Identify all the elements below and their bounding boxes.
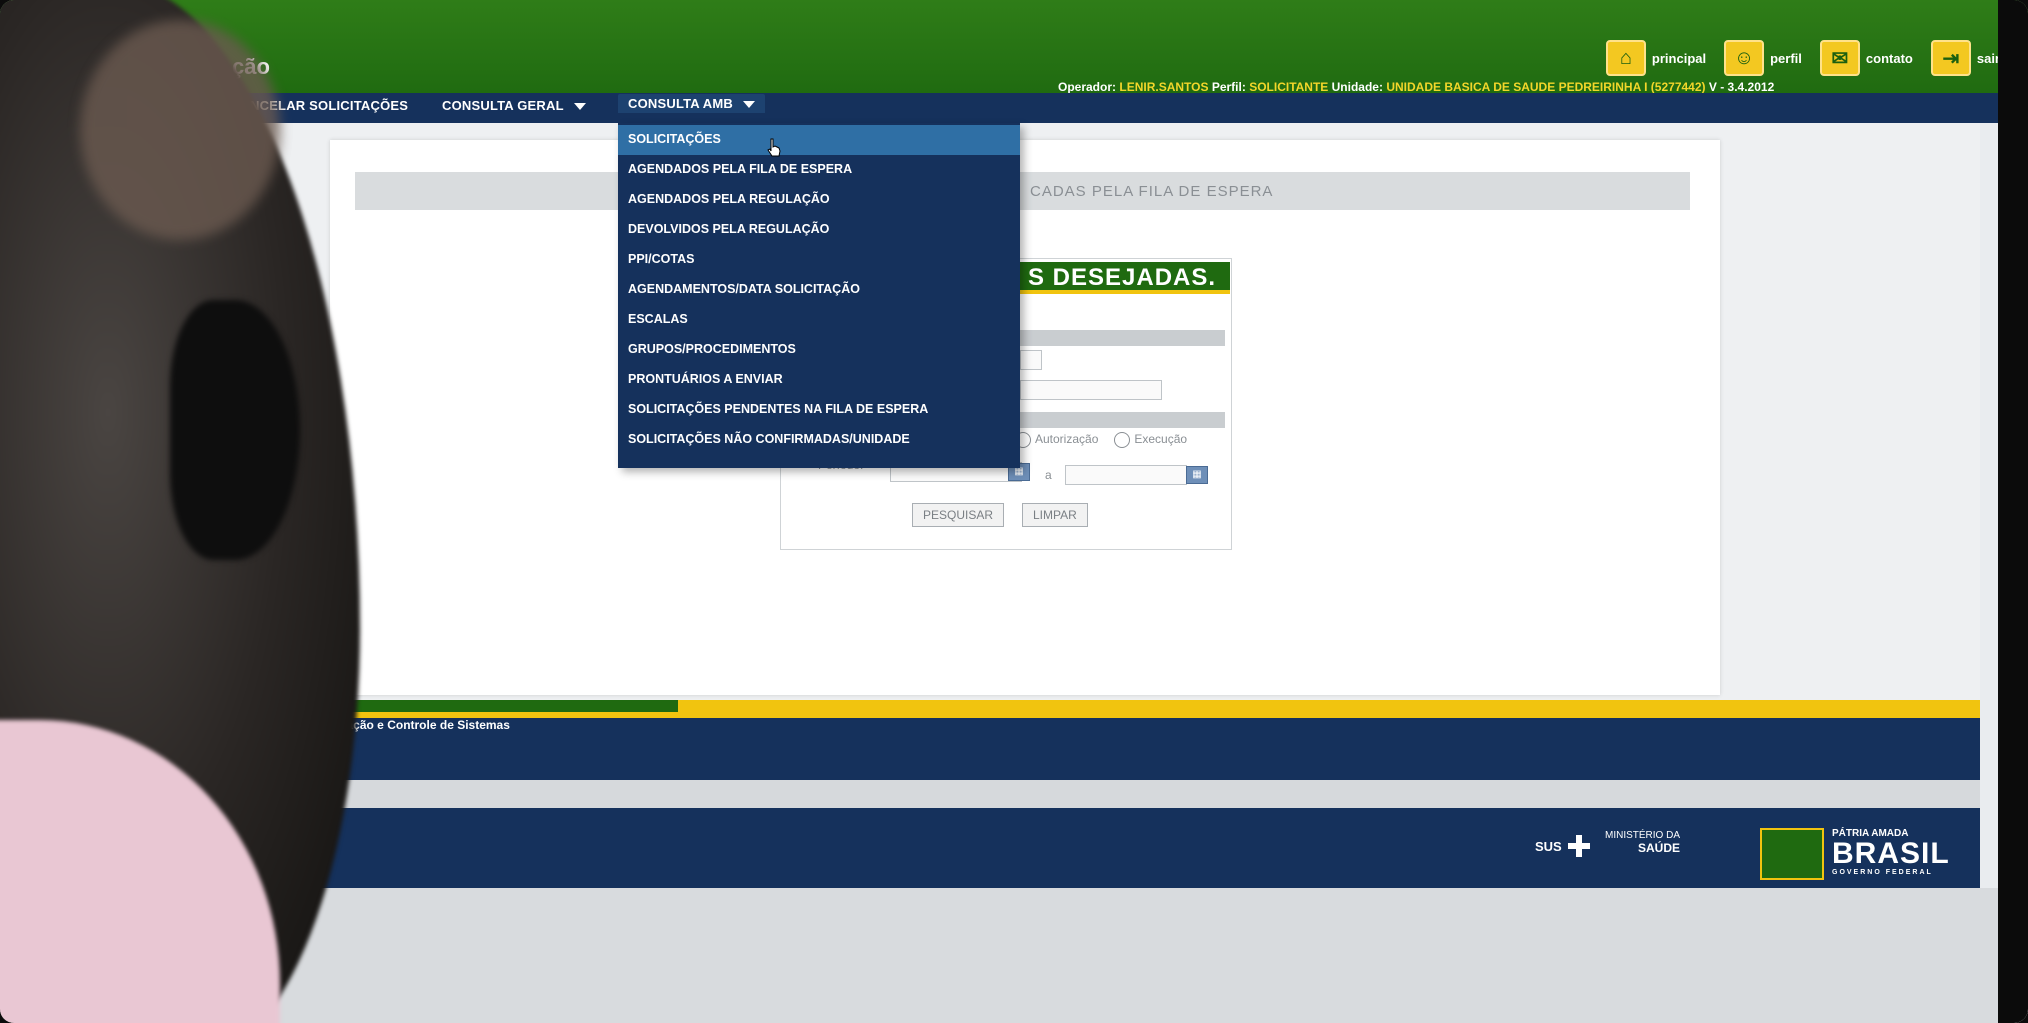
- version-label: V - 3.4.2012: [1708, 80, 1775, 94]
- form-section-bar: [1020, 330, 1225, 346]
- menu-consulta-geral[interactable]: CONSULTA GERAL: [442, 98, 586, 113]
- monitor-bezel: [1998, 0, 2028, 1023]
- form-section-bar-2: [1020, 412, 1225, 428]
- footer-logos-bar: [120, 808, 1980, 888]
- link-contato[interactable]: ✉ contato: [1819, 40, 1913, 76]
- date-end-input[interactable]: [1065, 465, 1187, 485]
- radio-autorizacao[interactable]: Autorização: [1015, 432, 1098, 448]
- panel-header-bar: [355, 172, 1690, 210]
- menu-consulta-amb[interactable]: CONSULTA AMB: [618, 94, 765, 113]
- cross-icon: [1567, 835, 1590, 857]
- chevron-down-icon: [573, 103, 586, 111]
- radio-execucao[interactable]: Execução: [1114, 432, 1187, 448]
- dropdown-item-ppi-cotas[interactable]: PPI/COTAS: [628, 252, 694, 266]
- dropdown-item-agendados-fila[interactable]: AGENDADOS PELA FILA DE ESPERA: [628, 162, 852, 176]
- dropdown-item-devolvidos[interactable]: DEVOLVIDOS PELA REGULAÇÃO: [628, 222, 829, 236]
- footer-gap: [120, 780, 1980, 810]
- clear-button[interactable]: LIMPAR: [1022, 503, 1088, 527]
- ministerio-logo: MINISTÉRIO DA SAÚDE: [1605, 830, 1681, 855]
- panel-header-title: CADAS PELA FILA DE ESPERA: [1030, 183, 1274, 200]
- dropdown-item-prontuarios[interactable]: PRONTUÁRIOS A ENVIAR: [628, 372, 783, 386]
- form-title: S DESEJADAS.: [1020, 262, 1230, 294]
- unit-name: UNIDADE BASICA DE SAUDE PEDREIRINHA I (5…: [1386, 80, 1706, 94]
- search-button[interactable]: PESQUISAR: [912, 503, 1005, 527]
- radio-group: Autorização Execução: [1015, 432, 1187, 448]
- home-icon: ⌂: [1605, 40, 1646, 76]
- dropdown-item-grupos[interactable]: GRUPOS/PROCEDIMENTOS: [628, 342, 796, 356]
- dropdown-item-escalas[interactable]: ESCALAS: [628, 312, 688, 326]
- operator-info: Operador: LENIR.SANTOS Perfil: SOLICITAN…: [1058, 80, 1775, 94]
- dropdown-item-pendentes[interactable]: SOLICITAÇÕES PENDENTES NA FILA DE ESPERA: [628, 402, 928, 416]
- person-mask: [170, 300, 300, 560]
- link-sair[interactable]: ⇥ sair: [1930, 40, 2000, 76]
- sus-logo: SUS: [1535, 835, 1590, 857]
- person-hair: [80, 20, 280, 240]
- hand-cursor-icon: [767, 138, 781, 157]
- profile-name: SOLICITANTE: [1249, 80, 1329, 94]
- operator-name: LENIR.SANTOS: [1119, 80, 1209, 94]
- brasil-logo: PÁTRIA AMADA BRASIL GOVERNO FEDERAL: [1832, 828, 1950, 876]
- monitor-screen: ção Operador: LENIR.SANTOS Perfil: SOLIC…: [0, 0, 2028, 1023]
- date-separator: a: [1045, 468, 1052, 482]
- radio-circle-icon: [1114, 432, 1131, 448]
- user-icon: ☺: [1724, 40, 1765, 76]
- top-links: ⌂ principal ☺ perfil ✉ contato ⇥ sair: [1605, 40, 2000, 76]
- link-perfil[interactable]: ☺ perfil: [1724, 40, 1802, 76]
- form-input-short[interactable]: [1020, 350, 1042, 370]
- chevron-down-icon: [742, 101, 755, 109]
- brazil-flag-icon: [1760, 828, 1824, 880]
- calendar-icon[interactable]: ▦: [1186, 466, 1208, 484]
- exit-icon: ⇥: [1930, 40, 1971, 76]
- form-input-long[interactable]: [1020, 380, 1162, 400]
- dropdown-item-agendados-regulacao[interactable]: AGENDADOS PELA REGULAÇÃO: [628, 192, 830, 206]
- link-principal[interactable]: ⌂ principal: [1605, 40, 1706, 76]
- dropdown-item-agendamentos-data[interactable]: AGENDAMENTOS/DATA SOLICITAÇÃO: [628, 282, 860, 296]
- dropdown-item-solicitacoes[interactable]: SOLICITAÇÕES: [628, 132, 721, 146]
- mail-icon: ✉: [1819, 40, 1860, 76]
- dropdown-item-nao-confirmadas[interactable]: SOLICITAÇÕES NÃO CONFIRMADAS/UNIDADE: [628, 432, 910, 446]
